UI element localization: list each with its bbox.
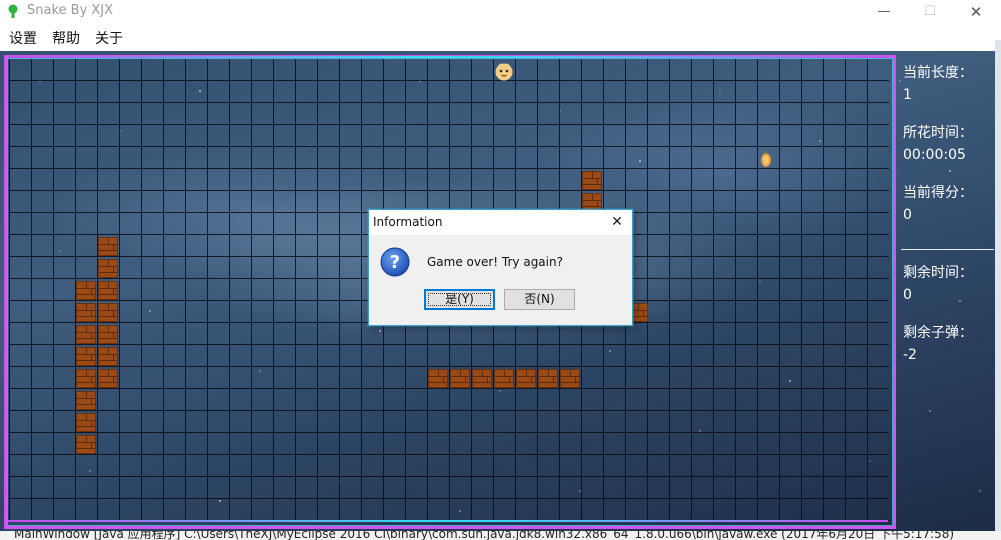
dialog-message: Game over! Try again?	[427, 255, 563, 269]
score-value: 0	[903, 207, 912, 223]
dialog-title-bar: Information ✕	[369, 210, 632, 235]
brick	[76, 413, 96, 432]
frame-glow	[8, 520, 888, 522]
brick	[76, 303, 96, 322]
brick	[76, 391, 96, 410]
time-value: 00:00:05	[903, 147, 966, 163]
window-title: Snake By XJX	[27, 3, 114, 18]
no-button[interactable]: 否(N)	[504, 289, 575, 310]
brick	[98, 325, 118, 344]
brick	[428, 369, 448, 388]
remaining-bullets-label: 剩余子弹：	[903, 325, 973, 341]
brick	[76, 435, 96, 454]
brick	[76, 347, 96, 366]
window-edge	[995, 24, 1001, 40]
brick	[98, 303, 118, 322]
brick	[516, 369, 536, 388]
menu-about[interactable]: 关于	[95, 28, 123, 48]
frame-glow	[8, 56, 888, 58]
svg-text:?: ?	[390, 252, 400, 273]
score-label: 当前得分：	[903, 185, 973, 201]
remaining-time-label: 剩余时间：	[903, 265, 973, 281]
yes-button[interactable]: 是(Y)	[424, 289, 495, 310]
menu-bar: 设置 帮助 关于	[0, 24, 1001, 51]
no-button-label: 否(N)	[524, 292, 555, 306]
dialog-close-button[interactable]: ✕	[605, 212, 629, 232]
brick	[450, 369, 470, 388]
title-bar: Snake By XJX — ☐ ✕	[0, 0, 1001, 24]
brick	[472, 369, 492, 388]
length-value: 1	[903, 87, 912, 103]
remaining-bullets-value: -2	[903, 347, 917, 363]
minimize-button[interactable]: —	[861, 0, 907, 24]
brick	[98, 369, 118, 388]
maximize-button[interactable]: ☐	[907, 0, 953, 24]
brick	[76, 369, 96, 388]
brick	[582, 171, 602, 190]
brick	[76, 325, 96, 344]
console-status-text: MainWindow [Java 应用程序] C:\Users\TheXJ\My…	[14, 531, 955, 540]
snake-head-icon	[495, 63, 513, 81]
brick	[560, 369, 580, 388]
side-divider	[901, 249, 994, 250]
snake-app-icon	[8, 4, 18, 18]
window-edge	[995, 40, 1001, 535]
food-icon	[761, 151, 771, 167]
brick	[98, 281, 118, 300]
remaining-time-value: 0	[903, 287, 912, 303]
brick	[76, 281, 96, 300]
length-label: 当前长度：	[903, 65, 973, 81]
console-status-line: MainWindow [Java 应用程序] C:\Users\TheXJ\My…	[0, 531, 1001, 540]
menu-help[interactable]: 帮助	[52, 28, 80, 48]
brick	[98, 347, 118, 366]
brick	[98, 259, 118, 278]
menu-settings[interactable]: 设置	[9, 28, 37, 48]
question-icon: ?	[380, 247, 410, 277]
close-button[interactable]: ✕	[953, 0, 999, 24]
dialog-title: Information	[373, 215, 443, 229]
brick	[494, 369, 514, 388]
brick	[538, 369, 558, 388]
focus-ring	[428, 293, 491, 306]
time-label: 所花时间：	[903, 125, 973, 141]
brick	[98, 237, 118, 256]
game-over-dialog: Information ✕ ? Game over! Try again? 是(…	[368, 209, 633, 326]
